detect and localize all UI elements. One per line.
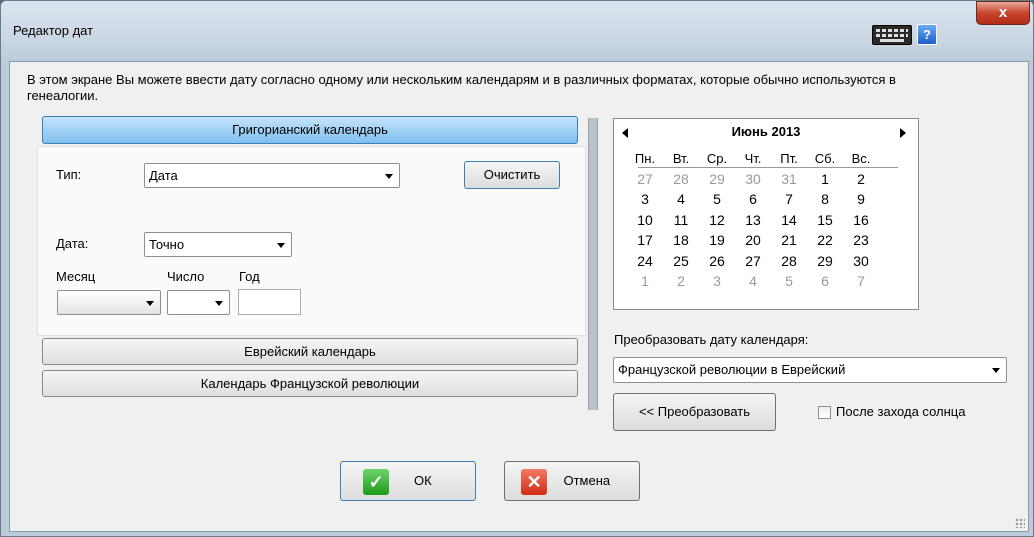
next-month-icon[interactable] [900,128,906,138]
calendar-day[interactable]: 12 [699,212,735,228]
calendar-day[interactable]: 17 [627,232,663,248]
title-bar: Редактор дат ? x [1,1,1033,61]
calendar-day[interactable]: 26 [699,253,735,269]
calendar-day[interactable]: 20 [735,232,771,248]
calendar-day[interactable]: 10 [627,212,663,228]
dialog-body: В этом экране Вы можете ввести дату согл… [9,61,1029,532]
convert-direction-select[interactable]: Французской революции в Еврейский [613,357,1007,383]
calendar-day[interactable]: 3 [627,191,663,207]
weekday-label: Вт. [672,151,690,166]
weekday-divider [638,167,898,168]
checkmark-icon: ✓ [363,468,390,495]
ok-button[interactable]: ✓ ОК [340,461,476,501]
calendar-day[interactable]: 4 [735,273,771,289]
calendar-day[interactable]: 9 [843,191,879,207]
help-button[interactable]: ? [917,24,937,45]
gregorian-calendar-header[interactable]: Григорианский календарь [42,116,578,144]
calendar-day[interactable]: 30 [843,253,879,269]
resize-grip-icon[interactable] [1015,518,1025,528]
calendar-day[interactable]: 14 [771,212,807,228]
close-icon: ✕ [521,468,548,495]
calendar-day[interactable]: 13 [735,212,771,228]
calendar-day[interactable]: 23 [843,232,879,248]
clear-button[interactable]: Очистить [464,161,560,189]
keyboard-icon[interactable] [872,25,912,45]
chevron-down-icon [385,174,393,179]
chevron-down-icon [992,368,1000,373]
after-sunset-checkbox[interactable] [818,406,831,419]
date-label: Дата: [56,236,89,251]
weekday-label: Чт. [744,151,762,166]
calendar-month-title: Июнь 2013 [731,124,801,139]
calendar-day[interactable]: 15 [807,212,843,228]
weekday-label: Пн. [634,151,656,166]
calendar-day[interactable]: 1 [627,273,663,289]
month-select[interactable] [57,290,161,315]
calendar-day[interactable]: 30 [735,171,771,187]
convert-direction-value: Французской революции в Еврейский [618,362,846,377]
ok-button-label: ОК [413,473,432,488]
calendar-day[interactable]: 28 [771,253,807,269]
calendar-day[interactable]: 1 [807,171,843,187]
window-title: Редактор дат [13,23,94,38]
calendar-day[interactable]: 2 [843,171,879,187]
calendar-day[interactable]: 4 [663,191,699,207]
calendar-day[interactable]: 5 [699,191,735,207]
calendar-day[interactable]: 24 [627,253,663,269]
weekday-label: Сб. [814,151,836,166]
calendar-day[interactable]: 27 [627,171,663,187]
calendar-day[interactable]: 5 [771,273,807,289]
calendar-day[interactable]: 21 [771,232,807,248]
day-label: Число [167,269,205,284]
calendar-day[interactable]: 28 [663,171,699,187]
chevron-down-icon [215,301,223,306]
chevron-down-icon [146,301,154,306]
type-select[interactable]: Дата [144,163,400,188]
day-select[interactable] [167,290,230,315]
date-mode-select[interactable]: Точно [144,232,292,257]
calendar-day[interactable]: 25 [663,253,699,269]
close-button[interactable]: x [976,1,1030,25]
previous-month-icon[interactable] [622,128,628,138]
calendar-day[interactable]: 7 [843,273,879,289]
french-revolution-calendar-header[interactable]: Календарь Французской революции [42,370,578,397]
cancel-button[interactable]: ✕ Отмена [504,461,640,501]
intro-text: В этом экране Вы можете ввести дату согл… [27,72,896,103]
type-label: Тип: [56,167,82,182]
calendar-day[interactable]: 31 [771,171,807,187]
calendar-day[interactable]: 6 [735,191,771,207]
month-label: Месяц [56,269,96,284]
year-input[interactable] [238,289,301,315]
after-sunset-label: После захода солнца [836,404,966,419]
calendar-day[interactable]: 29 [807,253,843,269]
calendar-day[interactable]: 3 [699,273,735,289]
type-select-value: Дата [149,168,178,183]
hebrew-calendar-header[interactable]: Еврейский календарь [42,338,578,365]
calendar-day[interactable]: 27 [735,253,771,269]
month-calendar[interactable]: Июнь 2013 Пн. Вт. Ср. Чт. Пт. Сб. Вс. 27 28 29 30… [613,118,919,310]
year-label: Год [239,269,260,284]
calendar-day[interactable]: 22 [807,232,843,248]
date-mode-value: Точно [149,237,185,252]
weekday-label: Ср. [706,151,728,166]
weekday-label: Пт. [780,151,798,166]
calendar-day[interactable]: 29 [699,171,735,187]
calendar-day[interactable]: 18 [663,232,699,248]
weekday-label: Вс. [851,151,871,166]
convert-label: Преобразовать дату календаря: [614,332,809,347]
calendar-day[interactable]: 2 [663,273,699,289]
calendar-day[interactable]: 8 [807,191,843,207]
calendar-day[interactable]: 16 [843,212,879,228]
panel-splitter[interactable] [588,118,598,410]
convert-button[interactable]: << Преобразовать [613,393,776,431]
chevron-down-icon [277,243,285,248]
calendar-day[interactable]: 7 [771,191,807,207]
date-editor-window: Редактор дат ? x В этом экране Вы можете… [0,0,1034,537]
calendar-day[interactable]: 19 [699,232,735,248]
calendar-day[interactable]: 6 [807,273,843,289]
calendar-day[interactable]: 11 [663,212,699,228]
cancel-button-label: Отмена [563,473,611,488]
